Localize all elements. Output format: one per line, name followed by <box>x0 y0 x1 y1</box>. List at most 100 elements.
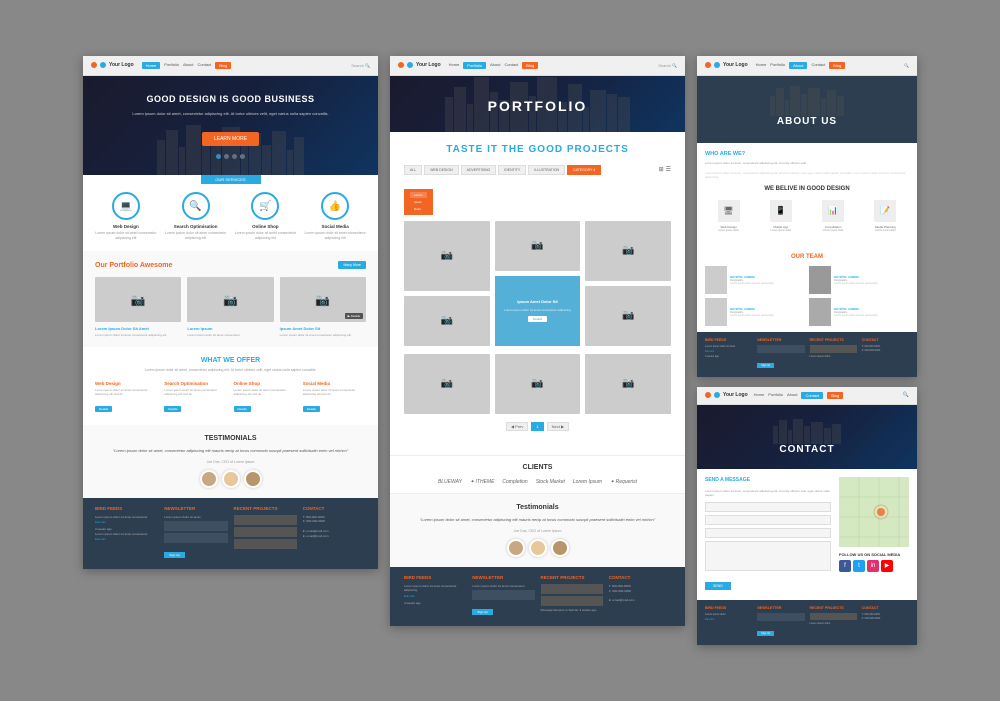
logo-text-4: Your Logo <box>723 392 748 398</box>
filter-identity[interactable]: IDENTITY <box>498 165 526 175</box>
instagram-icon[interactable]: in <box>867 560 879 572</box>
offer-details-btn-2[interactable]: Details <box>164 406 181 412</box>
bc8 <box>832 424 841 444</box>
nav-contact-link[interactable]: Contact <box>197 62 211 69</box>
contact-footer-newsletter: NEWSLETTER Sign Up <box>757 606 804 639</box>
prev-page-btn[interactable]: ◀ Prev <box>506 422 528 431</box>
nav-about-link-4[interactable]: About <box>787 392 797 399</box>
filter-category4[interactable]: CATEGORY 4 <box>567 165 601 175</box>
list-view-icon[interactable]: ☰ <box>666 166 671 173</box>
team-member-4: ON SITE: LOREM Designation Lorem ipsum d… <box>809 298 909 326</box>
portfolio-col-1: 📷 📷 <box>404 221 490 346</box>
contact-map-area: FOLLOW US ON SOCIAL MEDIA f t in ▶ <box>839 477 909 592</box>
hero-cta-btn[interactable]: LEARN MORE <box>202 132 259 146</box>
contact-message-field[interactable] <box>705 541 831 571</box>
newsletter-input-1[interactable] <box>164 521 227 531</box>
nav-contact-link-3[interactable]: Contact <box>811 62 825 69</box>
filter-illustration[interactable]: ILLUSTRATION <box>528 165 565 175</box>
nav-contact-link-2[interactable]: Contact <box>504 62 518 69</box>
offer-details-btn-3[interactable]: Details <box>234 406 251 412</box>
filter-advertising[interactable]: ADVERTISING <box>461 165 497 175</box>
testimonial-author: Joe Doe, CEO of Lorem Ipsum <box>95 460 366 464</box>
nav-portfolio-link[interactable]: Portfolio <box>164 62 179 69</box>
contact-email-field[interactable] <box>705 515 831 525</box>
filter-all[interactable]: ALL <box>404 165 422 175</box>
offer-item-1: Web Design Lorem ipsum dolor sit amet co… <box>95 381 158 414</box>
filter-bar: ALL WEB DESIGN ADVERTISING IDENTITY ILLU… <box>404 165 671 175</box>
offer-item-title-1: Web Design <box>95 381 158 386</box>
nav-about-link-2[interactable]: About <box>490 62 500 69</box>
nav-portfolio-link-4[interactable]: Portfolio <box>768 392 783 399</box>
nav-portfolio: Your Logo Home Portfolio About Contact B… <box>390 56 685 76</box>
nav-about-link-3[interactable]: About <box>789 62 807 69</box>
nav-search-4[interactable]: 🔍 <box>903 392 909 398</box>
portfolio-footer: BIRD FEEDS Lorem ipsum dolor sit amet co… <box>390 567 685 627</box>
nav-about-link[interactable]: About <box>183 62 193 69</box>
contact-newsletter-btn[interactable]: Sign Up <box>757 631 774 636</box>
contact-subject-field[interactable] <box>705 528 831 538</box>
offer-details-btn-4[interactable]: Details <box>303 406 320 412</box>
who-title: WHO ARE WE? <box>705 151 909 157</box>
nav-blog-btn[interactable]: Blog <box>215 62 231 69</box>
cat-item-1[interactable]: Lorem <box>410 192 427 198</box>
footer-feeds-link[interactable]: link.com <box>95 520 158 524</box>
page-1-btn[interactable]: 1 <box>531 422 543 431</box>
offer-item-title-4: Social Media <box>303 381 366 386</box>
contact-send-btn[interactable]: SEND <box>705 582 731 590</box>
nav-blog-btn-3[interactable]: Blog <box>829 62 845 69</box>
portfolio-col-3: 📷 📷 <box>585 221 671 346</box>
portfolio-more-btn[interactable]: Many More <box>338 261 366 269</box>
nav-home-link[interactable]: Home <box>142 62 161 69</box>
portfolio-newsletter-input[interactable] <box>472 590 534 600</box>
nav-portfolio-link-3[interactable]: Portfolio <box>770 62 785 69</box>
social-icons: f t in ▶ <box>839 560 909 572</box>
contact-footer-feeds-link[interactable]: link.com <box>705 618 752 621</box>
portfolio-hero: PORTFOLIO <box>390 76 685 132</box>
team-avatar-2 <box>809 266 831 294</box>
filter-icons: ⊞ ☰ <box>659 166 671 173</box>
filter-webdesign[interactable]: WEB DESIGN <box>424 165 458 175</box>
newsletter-submit-btn[interactable]: Sign Up <box>164 552 185 558</box>
contact-footer-feeds: BIRD FEEDS Lorem ipsum dolor link.com <box>705 606 752 639</box>
portfolio-footer-feeds-title: BIRD FEEDS <box>404 575 466 580</box>
overlay-details-btn[interactable]: Details <box>528 316 547 322</box>
nav-contact-link-4[interactable]: Contact <box>801 392 823 399</box>
contact-name-field[interactable] <box>705 502 831 512</box>
project-img-3 <box>234 539 297 549</box>
nav-blog-btn-2[interactable]: Blog <box>522 62 538 69</box>
hero-content: GOOD DESIGN IS GOOD BUSINESS Lorem ipsum… <box>103 94 358 147</box>
nav-home-link-3[interactable]: Home <box>756 62 767 69</box>
about-newsletter-btn[interactable]: Sign Up <box>757 363 774 368</box>
next-page-btn[interactable]: Next ▶ <box>547 422 569 431</box>
nav-search-2[interactable]: Search 🔍 <box>658 63 677 68</box>
facebook-icon[interactable]: f <box>839 560 851 572</box>
logo-text: Your Logo <box>109 62 134 68</box>
nav-search[interactable]: Search 🔍 <box>351 63 370 68</box>
twitter-icon[interactable]: t <box>853 560 865 572</box>
portfolio-footer-feeds-link[interactable]: link.com <box>404 594 466 598</box>
nav-home-link-2[interactable]: Home <box>449 62 460 69</box>
youtube-icon[interactable]: ▶ <box>881 560 893 572</box>
footer-contact-title: CONTACT <box>303 506 366 511</box>
about-footer-newsletter: NEWSLETTER Sign Up <box>757 338 804 371</box>
about-newsletter-input[interactable] <box>757 345 804 353</box>
nav-blog-btn-4[interactable]: Blog <box>827 392 843 399</box>
offer-details-btn-1[interactable]: Details <box>95 406 112 412</box>
about-footer-feeds-link[interactable]: link.com <box>705 350 752 353</box>
contact-map <box>839 477 909 547</box>
portfolio-header: Our Portfolio Awesome Many More <box>95 261 366 269</box>
nav-about: Your Logo Home Portfolio About Contact B… <box>697 56 917 76</box>
contact-footer-feeds-title: BIRD FEEDS <box>705 606 752 610</box>
cat-item-3[interactable]: Dolor <box>410 206 427 212</box>
footer-feeds-link2[interactable]: link.com <box>95 537 158 541</box>
newsletter-input-2[interactable] <box>164 533 227 543</box>
hero-title: GOOD DESIGN IS GOOD BUSINESS <box>103 94 358 106</box>
nav-home-link-4[interactable]: Home <box>754 392 765 399</box>
nav-portfolio-link-2[interactable]: Portfolio <box>463 62 486 69</box>
nav-search-3[interactable]: 🔍 <box>904 63 909 68</box>
portfolio-newsletter-btn[interactable]: Sign Up <box>472 609 493 615</box>
details-btn-3[interactable]: ▶ Details <box>345 313 363 319</box>
grid-view-icon[interactable]: ⊞ <box>659 166 664 173</box>
cat-item-2[interactable]: Ipsum <box>410 199 427 205</box>
contact-newsletter-input[interactable] <box>757 613 804 621</box>
